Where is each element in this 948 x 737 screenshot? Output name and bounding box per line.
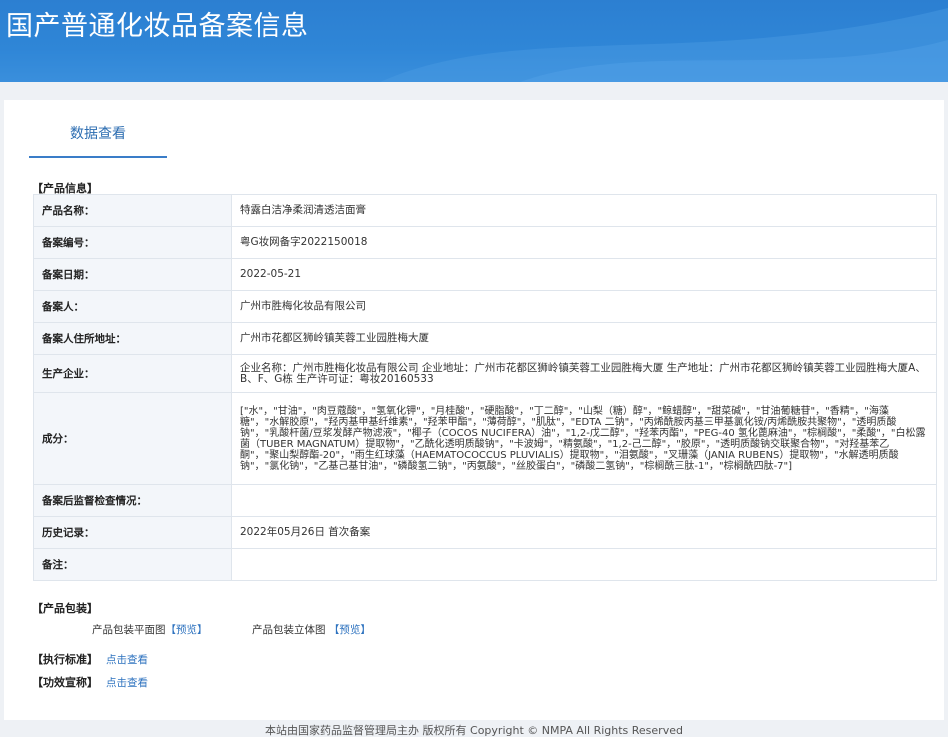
section-standard: 【执行标准】 点击查看 [32, 651, 148, 667]
label-manufacturer: 生产企业： [33, 354, 232, 393]
content-card: 数据查看 【产品信息】 产品名称： 特露白洁净柔润清透洁面膏 备案编号： 粤G妆… [4, 100, 944, 720]
label-registrant: 备案人： [33, 290, 232, 323]
value-remarks [231, 548, 937, 581]
packaging-solid-label: 产品包装立体图 [252, 624, 326, 636]
standard-title: 【执行标准】 [32, 653, 98, 666]
value-registrant-address: 广州市花都区狮岭镇芙蓉工业园胜梅大厦 [231, 322, 937, 355]
row-record-date: 备案日期： 2022-05-21 [33, 258, 937, 291]
row-ingredients: 成分： ["水"，"甘油"，"肉豆蔻酸"，"氢氧化钾"，"月桂酸"，"硬脂酸"，… [33, 392, 937, 485]
label-product-name: 产品名称： [33, 194, 232, 227]
tab-data-view[interactable]: 数据查看 [29, 124, 167, 158]
value-product-name: 特露白洁净柔润清透洁面膏 [231, 194, 937, 227]
row-supervision: 备案后监督检查情况： [33, 484, 937, 517]
row-remarks: 备注： [33, 548, 937, 581]
tab-active-underline [29, 156, 167, 158]
row-registrant: 备案人： 广州市胜梅化妆品有限公司 [33, 290, 937, 323]
section-efficacy: 【功效宣称】 点击查看 [32, 674, 148, 690]
packaging-flat: 产品包装平面图【预览】 [92, 622, 208, 637]
page-header: 国产普通化妆品备案信息 [0, 0, 948, 82]
value-history: 2022年05月26日 首次备案 [231, 516, 937, 549]
label-registrant-address: 备案人住所地址： [33, 322, 232, 355]
packaging-solid-preview-link[interactable]: 【预览】 [329, 624, 371, 636]
tab-label: 数据查看 [70, 126, 126, 142]
efficacy-view-link[interactable]: 点击查看 [106, 677, 148, 689]
value-record-date: 2022-05-21 [231, 258, 937, 291]
page-title: 国产普通化妆品备案信息 [6, 11, 309, 42]
label-remarks: 备注： [33, 548, 232, 581]
label-supervision: 备案后监督检查情况： [33, 484, 232, 517]
efficacy-title: 【功效宣称】 [32, 676, 98, 689]
packaging-flat-label: 产品包装平面图 [92, 624, 166, 636]
packaging-solid: 产品包装立体图 【预览】 [252, 622, 371, 637]
label-record-date: 备案日期： [33, 258, 232, 291]
standard-view-link[interactable]: 点击查看 [106, 654, 148, 666]
row-registrant-address: 备案人住所地址： 广州市花都区狮岭镇芙蓉工业园胜梅大厦 [33, 322, 937, 355]
row-history: 历史记录： 2022年05月26日 首次备案 [33, 516, 937, 549]
row-record-number: 备案编号： 粤G妆网备字2022150018 [33, 226, 937, 259]
value-ingredients: ["水"，"甘油"，"肉豆蔻酸"，"氢氧化钾"，"月桂酸"，"硬脂酸"，"丁二醇… [231, 392, 937, 485]
label-history: 历史记录： [33, 516, 232, 549]
value-manufacturer: 企业名称：广州市胜梅化妆品有限公司 企业地址：广州市花都区狮岭镇芙蓉工业园胜梅大… [231, 354, 937, 393]
product-info-table: 产品名称： 特露白洁净柔润清透洁面膏 备案编号： 粤G妆网备字202215001… [33, 194, 937, 581]
value-registrant: 广州市胜梅化妆品有限公司 [231, 290, 937, 323]
row-manufacturer: 生产企业： 企业名称：广州市胜梅化妆品有限公司 企业地址：广州市花都区狮岭镇芙蓉… [33, 354, 937, 393]
value-supervision [231, 484, 937, 517]
row-product-name: 产品名称： 特露白洁净柔润清透洁面膏 [33, 194, 937, 227]
page-footer: 本站由国家药品监督管理局主办 版权所有 Copyright © NMPA All… [265, 724, 683, 737]
packaging-flat-preview-link[interactable]: 【预览】 [166, 624, 208, 636]
section-packaging: 【产品包装】 [32, 602, 98, 615]
label-ingredients: 成分： [33, 392, 232, 485]
label-record-number: 备案编号： [33, 226, 232, 259]
value-record-number: 粤G妆网备字2022150018 [231, 226, 937, 259]
